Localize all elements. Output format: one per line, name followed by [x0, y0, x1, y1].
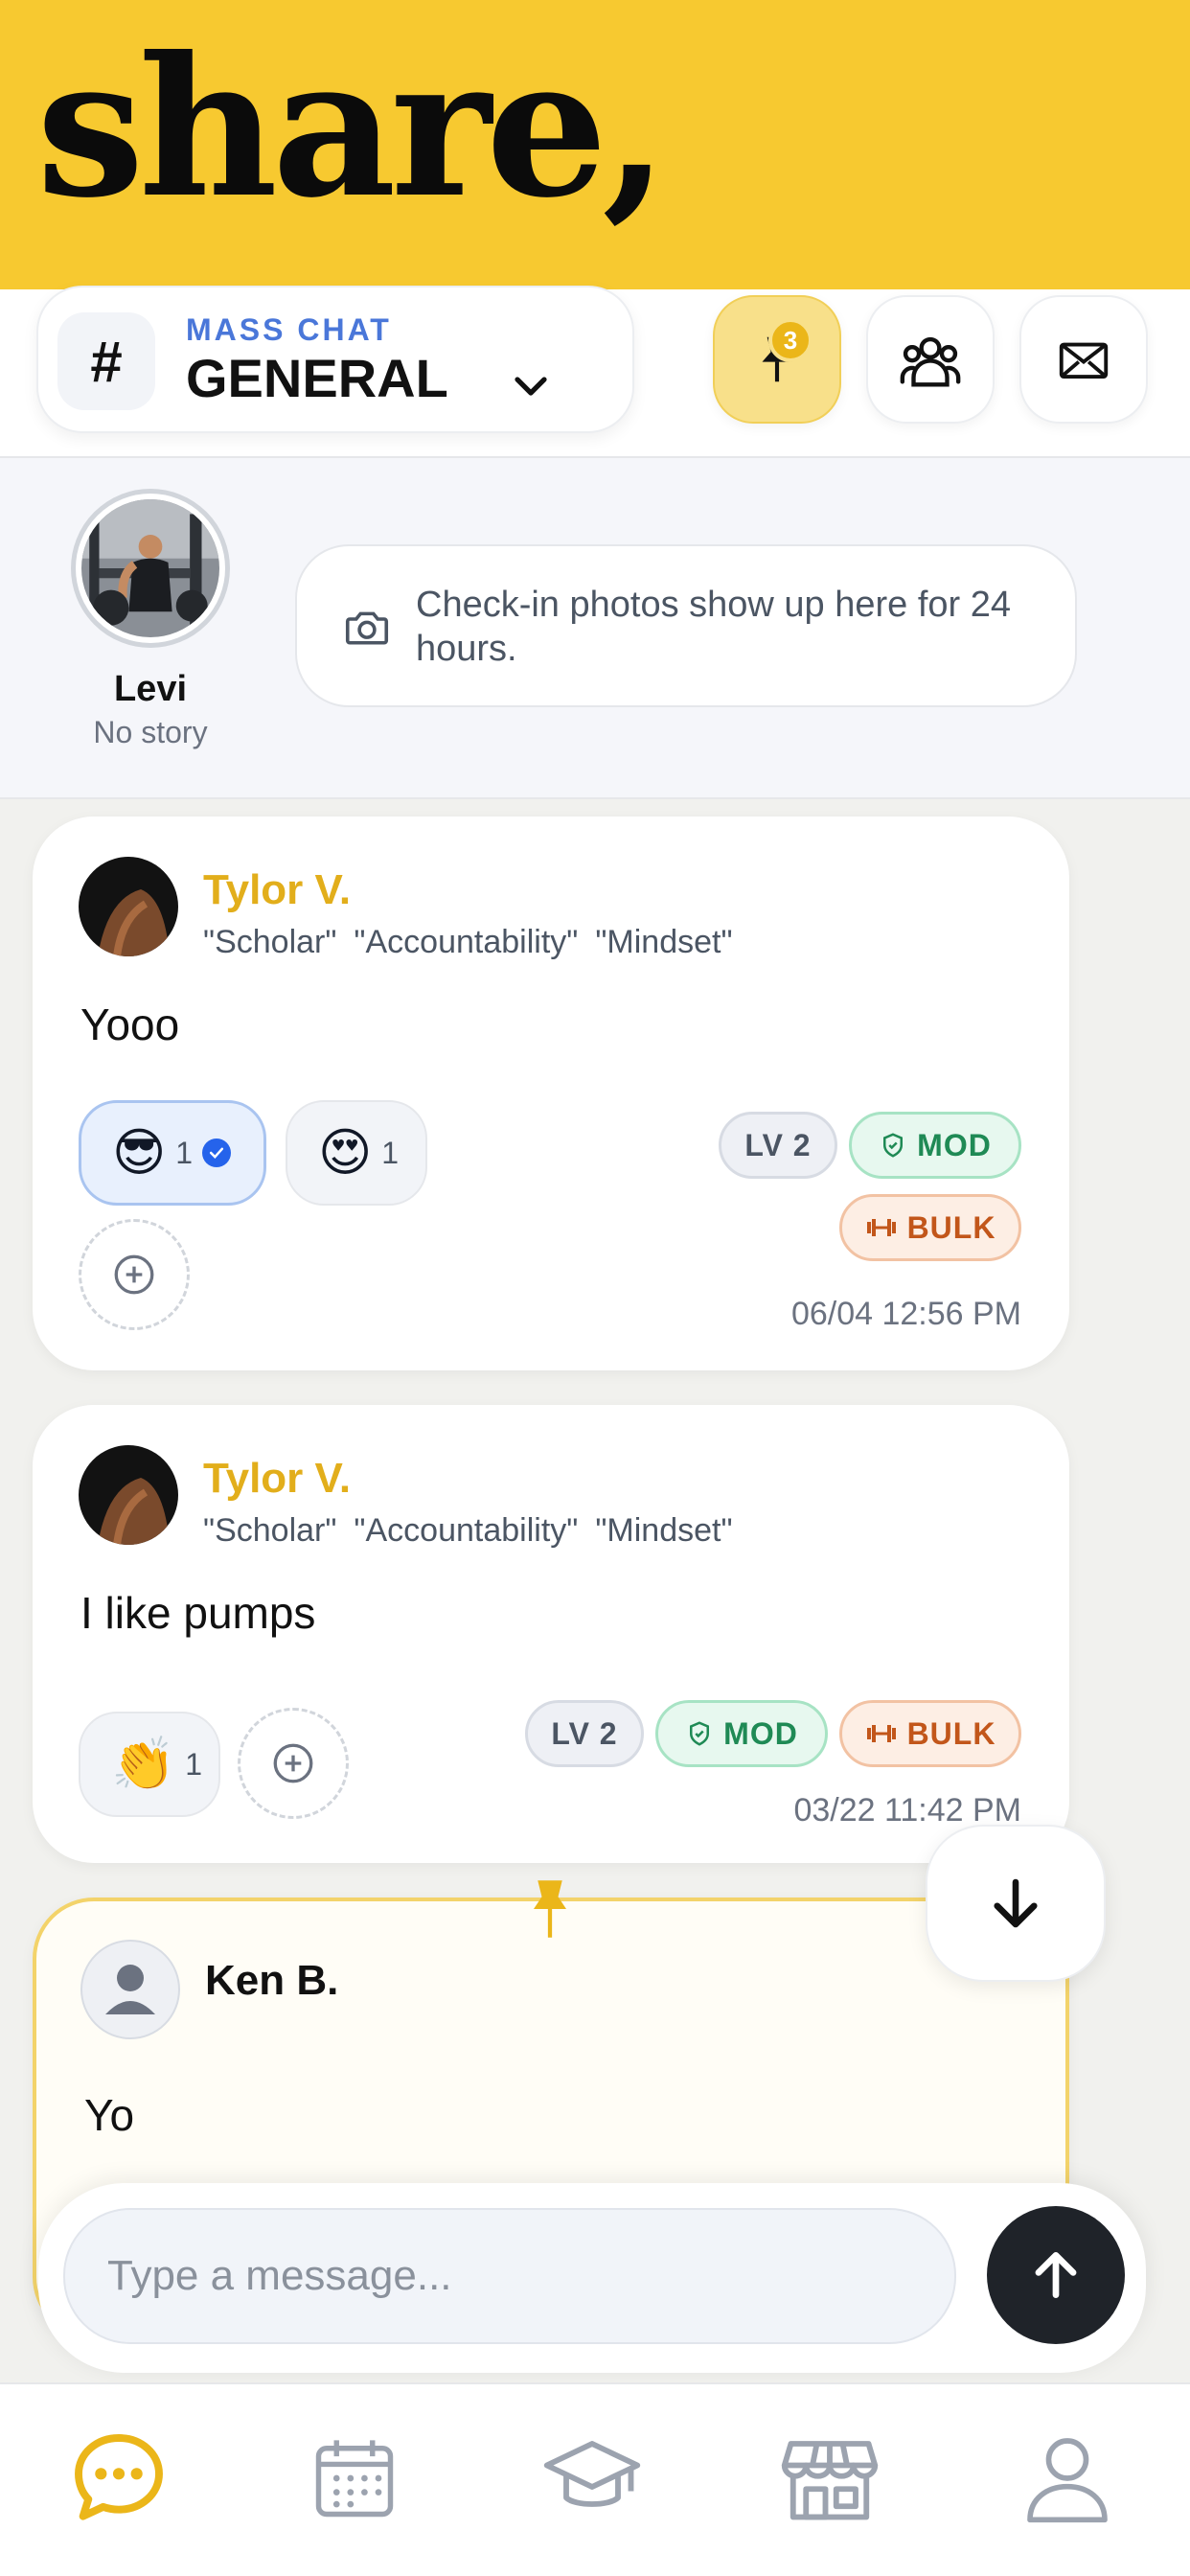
title-tag: "Accountability" — [354, 1512, 579, 1549]
bulk-badge-label: BULK — [906, 1209, 996, 1245]
promo-headline: share, — [36, 15, 669, 241]
tab-chat[interactable] — [61, 2421, 176, 2536]
add-reaction-button[interactable] — [79, 1219, 190, 1330]
level-badge: LV 2 — [719, 1112, 837, 1179]
scroll-to-bottom-button[interactable] — [926, 1825, 1106, 1982]
bulk-badge: BULK — [839, 1194, 1021, 1261]
profile-icon — [1027, 2438, 1108, 2523]
bulk-badge-label: BULK — [906, 1715, 996, 1751]
reaction-count: 1 — [185, 1746, 203, 1782]
messages-button[interactable] — [1019, 295, 1148, 424]
level-badge: LV 2 — [525, 1700, 644, 1767]
message-author[interactable]: Ken B. — [205, 1957, 338, 2005]
shield-check-icon — [883, 1133, 904, 1158]
people-icon — [900, 336, 961, 387]
pinned-messages-button[interactable]: 3 — [713, 295, 841, 424]
reaction-emoji: 👏 — [111, 1736, 176, 1793]
channel-name: GENERAL — [186, 348, 448, 408]
message-text: Yooo — [80, 1000, 180, 1049]
hash-icon: # — [57, 312, 155, 410]
pin-marker-icon — [534, 1880, 566, 1938]
arrow-up-icon — [1035, 2251, 1077, 2299]
add-reaction-button[interactable] — [238, 1708, 349, 1819]
graduation-cap-icon — [543, 2441, 641, 2507]
author-titles: "Scholar" "Accountability" "Mindset" — [203, 924, 750, 961]
plus-circle-icon — [114, 1254, 154, 1295]
avatar — [81, 499, 219, 637]
message-text: I like pumps — [80, 1588, 316, 1638]
chevron-down-icon — [515, 377, 547, 396]
story-user-name: Levi — [113, 669, 188, 709]
reaction-emoji: 😍 — [318, 1124, 373, 1182]
message-author[interactable]: Tylor V. — [203, 1455, 351, 1503]
avatar — [79, 857, 178, 956]
bottom-tab-bar — [0, 2382, 1190, 2576]
message-card[interactable]: Tylor V. "Scholar" "Accountability" "Minds… — [33, 816, 1069, 1370]
message-timestamp: 06/04 12:56 PM — [790, 1296, 1021, 1332]
mod-badge: MOD — [849, 1112, 1021, 1179]
message-composer — [38, 2183, 1146, 2373]
tab-profile[interactable] — [1010, 2421, 1125, 2536]
calendar-icon — [315, 2440, 394, 2518]
title-tag: "Accountability" — [354, 924, 579, 960]
channel-label: MASS CHAT — [186, 312, 392, 347]
tab-learn[interactable] — [535, 2421, 650, 2536]
members-button[interactable] — [866, 295, 995, 424]
message-input[interactable] — [63, 2208, 956, 2344]
story-avatar[interactable] — [71, 489, 230, 648]
message-card[interactable]: Tylor V. "Scholar" "Accountability" "Minds… — [33, 1405, 1069, 1863]
mail-icon — [1059, 342, 1109, 380]
store-icon — [781, 2441, 879, 2520]
check-icon — [202, 1138, 232, 1167]
arrow-down-icon — [994, 1878, 1038, 1928]
dumbbell-icon — [866, 1725, 896, 1742]
mod-badge: MOD — [655, 1700, 828, 1767]
title-tag: "Mindset" — [595, 924, 733, 960]
reaction-emoji: 😎 — [112, 1124, 167, 1182]
reaction-chip[interactable]: 👏 1 — [79, 1712, 220, 1817]
mod-badge-label: MOD — [917, 1127, 992, 1162]
pinned-count-badge: 3 — [768, 318, 812, 362]
reaction-count: 1 — [381, 1135, 400, 1170]
stories-bar: Levi No story Check-in photos show up he… — [0, 458, 1190, 799]
message-author[interactable]: Tylor V. — [203, 866, 351, 914]
title-tag: "Scholar" — [203, 924, 337, 960]
tab-store[interactable] — [772, 2421, 887, 2536]
chat-icon — [75, 2434, 163, 2520]
shield-check-icon — [690, 1721, 710, 1746]
plus-circle-icon — [273, 1743, 313, 1783]
message-text: Yo — [84, 2090, 135, 2140]
checkin-hint-text: Check-in photos show up here for 24 hour… — [416, 585, 1012, 669]
chat-header: # MASS CHAT GENERAL 3 — [0, 286, 1190, 458]
send-button[interactable] — [987, 2206, 1125, 2344]
author-titles: "Scholar" "Accountability" "Mindset" — [203, 1512, 750, 1550]
title-tag: "Mindset" — [595, 1512, 733, 1549]
title-tag: "Scholar" — [203, 1512, 337, 1549]
channel-selector[interactable]: # MASS CHAT GENERAL — [36, 286, 634, 433]
checkin-hint-card: Check-in photos show up here for 24 hour… — [295, 544, 1077, 707]
avatar — [80, 1940, 180, 2039]
avatar — [79, 1445, 178, 1545]
camera-icon — [345, 611, 389, 645]
reaction-chip[interactable]: 😍 1 — [286, 1100, 427, 1206]
chat-screen: # MASS CHAT GENERAL 3 Levi No story Chec… — [0, 286, 1190, 2576]
promo-banner: share, — [0, 0, 1190, 289]
reaction-count: 1 — [175, 1135, 194, 1170]
mod-badge-label: MOD — [723, 1715, 798, 1751]
dumbbell-icon — [866, 1219, 896, 1236]
bulk-badge: BULK — [839, 1700, 1021, 1767]
story-status: No story — [93, 715, 208, 749]
tab-calendar[interactable] — [297, 2421, 412, 2536]
reaction-chip[interactable]: 😎 1 — [79, 1100, 266, 1206]
